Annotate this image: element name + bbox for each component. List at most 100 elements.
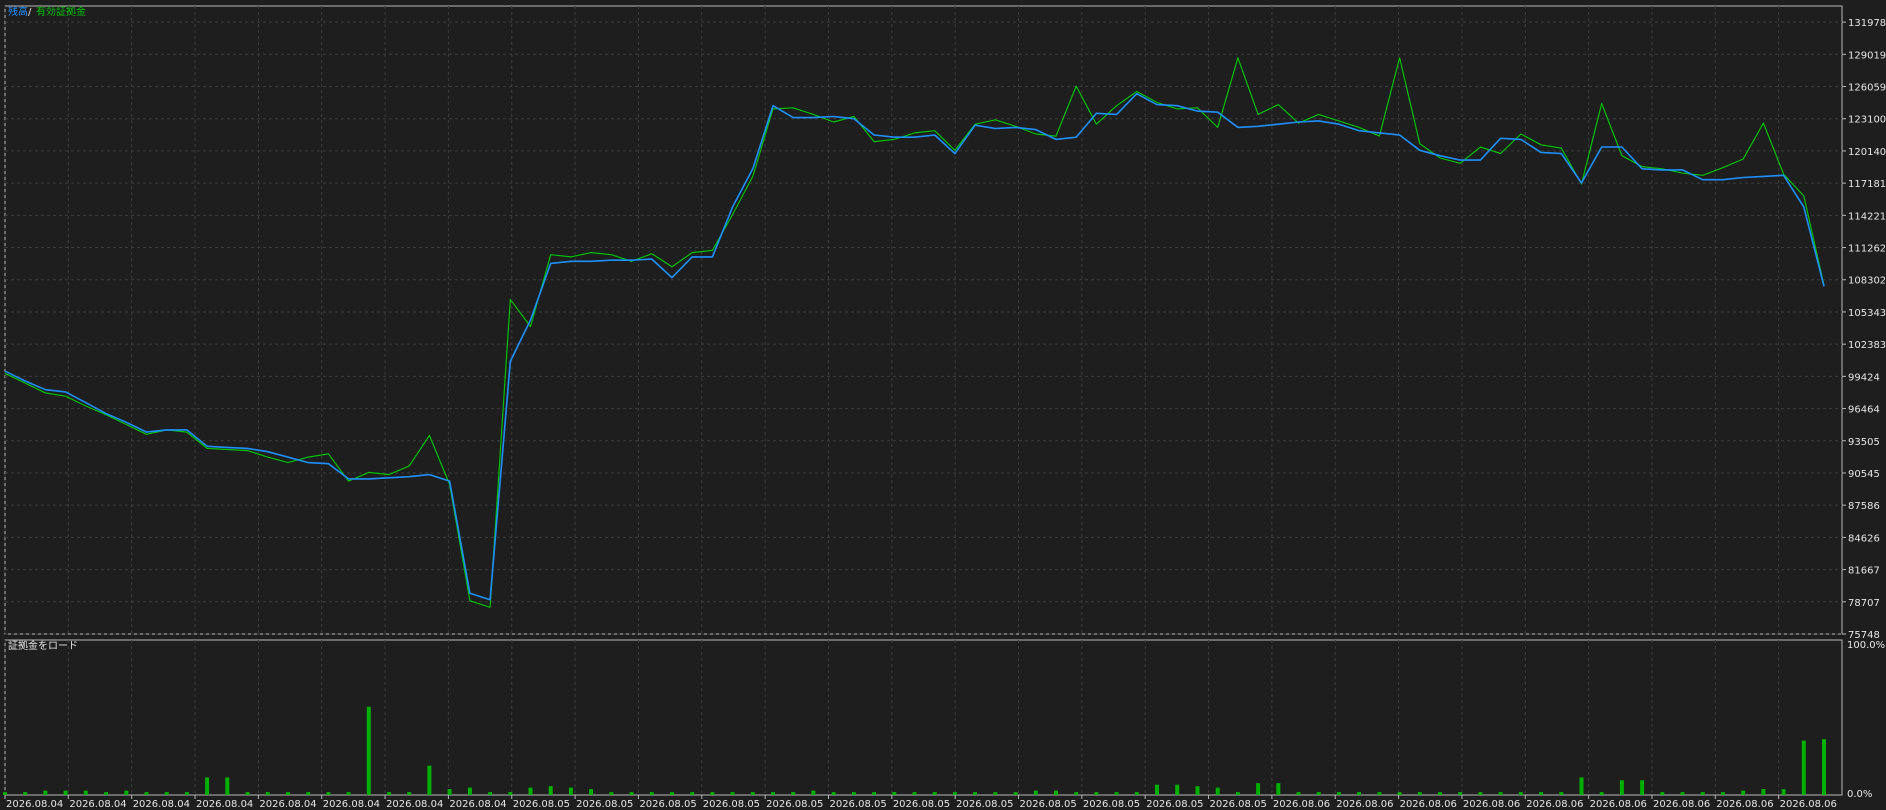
load-bar [629,792,634,795]
load-bar [326,792,331,795]
x-tick-label: 2026.08.04 [6,799,63,810]
load-bar [1256,783,1261,795]
subpanel-min-label: 0.0% [1847,789,1872,800]
load-bar [750,792,755,795]
load-bar [245,792,250,795]
y-tick-label: 84626 [1848,533,1880,544]
x-tick-label: 2026.08.04 [196,799,253,810]
y-tick-label: 105343 [1848,308,1886,319]
load-bar [1215,787,1220,795]
x-tick-label: 2026.08.04 [133,799,190,810]
load-bar [912,792,917,795]
subpanel-title: 証拠金をロード [8,639,78,652]
load-bar [427,765,432,795]
grid [4,6,1842,795]
load-bar [1660,792,1665,795]
load-bars [3,706,1826,795]
y-axis-labels: 7574878707816678462687586905459350596464… [1842,18,1886,641]
load-bar [1114,792,1119,795]
load-bar [1438,792,1442,795]
load-bar [144,792,149,795]
load-bar [1094,792,1099,795]
load-bar [1175,784,1180,795]
load-bar [1741,790,1746,795]
y-tick-label: 81667 [1848,566,1880,577]
load-bar [1336,792,1341,795]
load-bar [346,792,351,795]
x-tick-label: 2026.08.05 [766,799,823,810]
load-bar [1619,780,1624,795]
load-bar [649,792,654,795]
x-tick-label: 2026.08.05 [956,799,1013,810]
load-bar [1276,783,1281,795]
equity-line [4,57,1825,608]
load-bar [225,777,230,795]
x-tick-label: 2026.08.05 [513,799,570,810]
x-tick-label: 2026.08.05 [576,799,633,810]
y-tick-label: 117181 [1848,179,1886,190]
x-tick-label: 2026.08.06 [1653,799,1710,810]
x-tick-label: 2026.08.06 [1716,799,1773,810]
load-bar [1377,792,1382,795]
load-bar [892,792,897,795]
y-tick-label: 111262 [1848,244,1886,255]
x-tick-label: 2026.08.06 [1336,799,1393,810]
y-tick-label: 87586 [1848,501,1880,512]
load-bar [1781,789,1786,795]
load-bar [1518,792,1523,795]
x-tick-label: 2026.08.04 [69,799,126,810]
x-tick-label: 2026.08.05 [829,799,886,810]
load-bar [306,792,311,795]
load-bar [286,792,290,795]
x-tick-label: 2026.08.06 [1780,799,1837,810]
y-tick-label: 126059 [1848,83,1886,94]
load-bar [973,792,978,795]
x-axis-labels: 2026.08.04 2026.08.04 2026.08.04 2026.08.04… [4,795,1837,810]
x-tick-label: 2026.08.04 [449,799,506,810]
load-bar [952,792,957,795]
load-bar [791,792,796,795]
balance-line [4,92,1825,601]
load-bar [1397,792,1402,795]
y-tick-label: 108302 [1848,276,1886,287]
load-bar [670,792,674,795]
x-tick-label: 2026.08.05 [703,799,760,810]
load-bar [184,792,189,795]
load-bar [851,792,856,795]
sub-panel-border [4,639,1843,796]
x-tick-label: 2026.08.05 [893,799,950,810]
load-bar [407,792,412,795]
y-tick-label: 78707 [1848,598,1880,609]
y-tick-label: 129019 [1848,50,1886,61]
x-tick-label: 2026.08.04 [323,799,380,810]
load-bar [1599,792,1604,795]
legend: 残高 / 有効証拠金 [8,5,86,18]
load-bar [1700,792,1705,795]
load-bar [43,790,48,795]
load-bar [1357,792,1362,795]
load-bar [63,790,68,795]
y-tick-label: 120140 [1848,147,1886,158]
load-bar [1801,740,1806,795]
load-bar [710,792,715,795]
load-bar [467,787,472,795]
y-tick-label: 96464 [1848,405,1880,416]
load-bar [730,792,735,795]
subpanel-max-label: 100.0% [1847,640,1885,651]
load-bar [205,777,210,795]
load-bar [568,787,573,795]
y-tick-label: 131978 [1848,18,1886,29]
load-bar [1316,792,1321,795]
load-bar [932,792,937,795]
load-bar [1013,792,1018,795]
load-bar [1761,789,1766,795]
load-bar [83,790,88,795]
y-tick-label: 90545 [1848,469,1880,480]
x-tick-label: 2026.08.05 [1210,799,1267,810]
load-bar [3,792,7,795]
load-bar [548,786,553,795]
x-tick-label: 2026.08.05 [639,799,696,810]
load-bar [1134,792,1139,795]
load-bar [1458,792,1463,795]
load-bar [831,792,836,795]
